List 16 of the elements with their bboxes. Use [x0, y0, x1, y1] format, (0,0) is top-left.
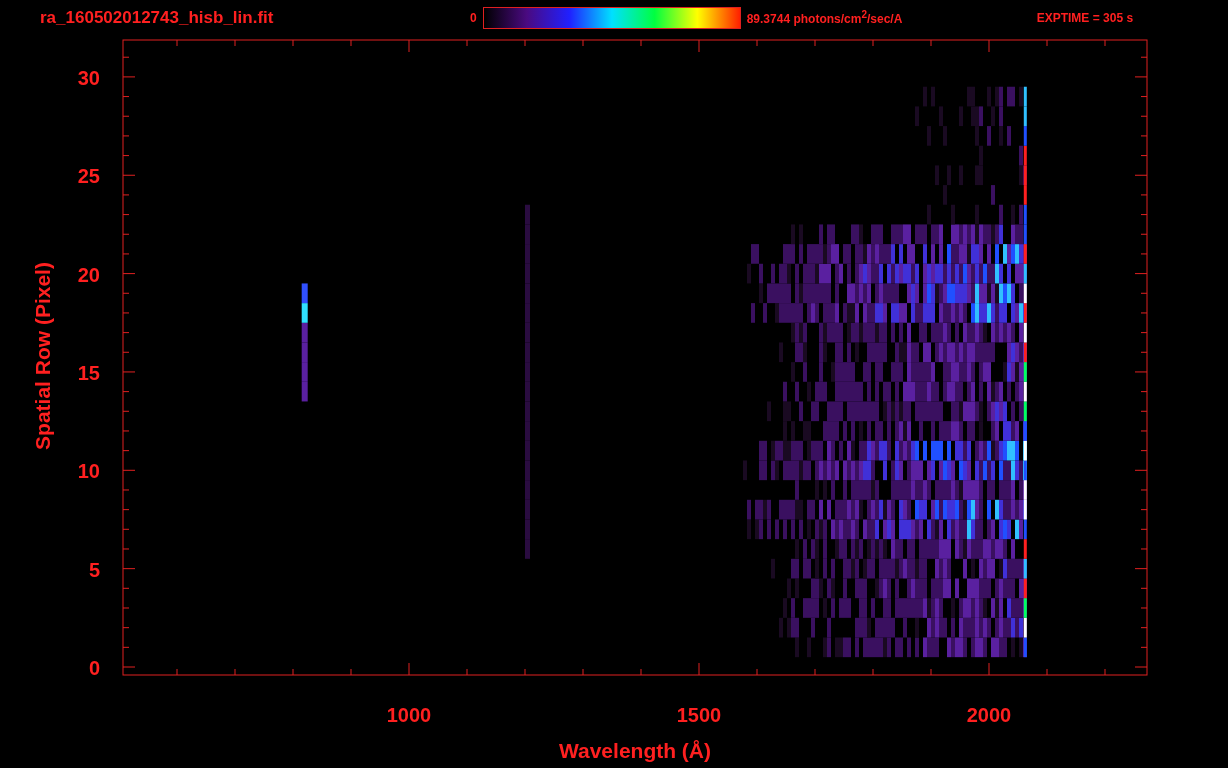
- file-name: ra_160502012743_hisb_lin.fit: [40, 7, 275, 28]
- y-axis-tick-label: 20: [77, 263, 100, 286]
- y-axis-tick-label: 10: [77, 460, 100, 483]
- y-axis-tick-label: 5: [88, 558, 100, 581]
- y-axis-tick-label: 25: [77, 165, 100, 188]
- x-axis-tick-label: 2000: [966, 704, 1012, 726]
- y-axis-tick-label: 15: [77, 361, 100, 384]
- x-axis-title: Wavelength (Å): [558, 739, 712, 762]
- colorbar-min-label: 0: [470, 10, 477, 25]
- y-axis-tick-label: 0: [88, 657, 100, 679]
- y-axis-title: Spatial Row (Pixel): [31, 262, 54, 450]
- x-axis-tick-label: 1000: [386, 704, 432, 726]
- x-axis-tick-label: 1500: [676, 704, 722, 726]
- y-axis-tick-label: 30: [77, 66, 100, 89]
- exposure-time: EXPTIME = 305 s: [1036, 10, 1134, 25]
- colorbar-max-label: 89.3744 photons/cm$^{2}$/sec/A: [746, 9, 904, 26]
